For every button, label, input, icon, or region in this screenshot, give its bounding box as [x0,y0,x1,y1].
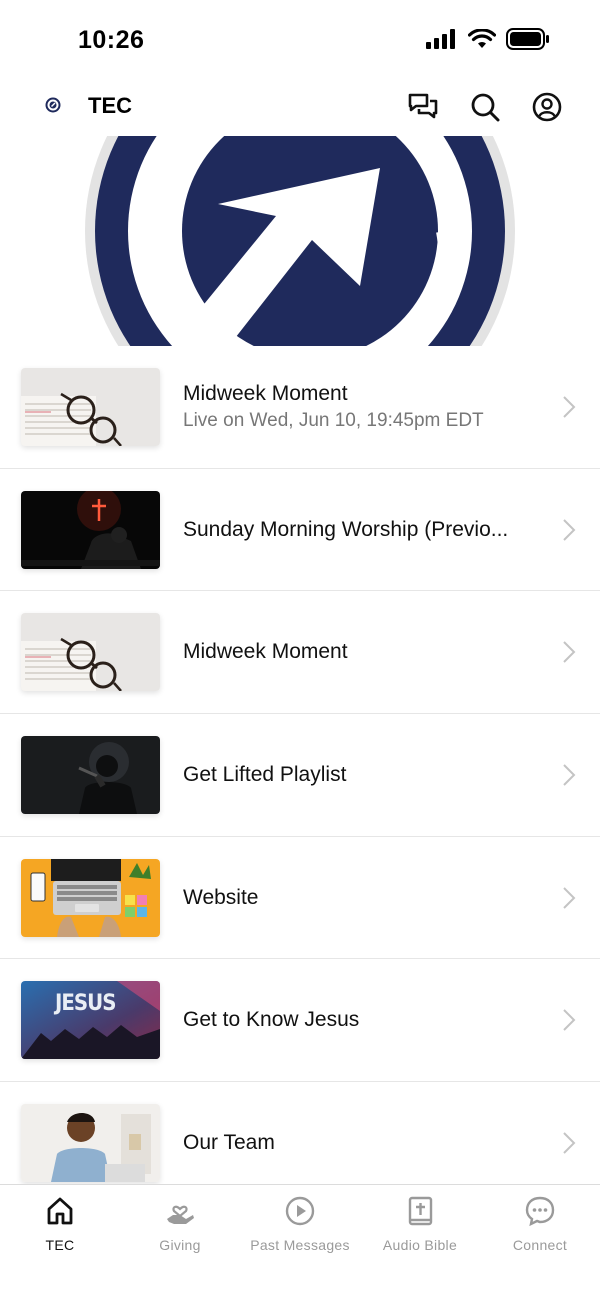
chat-icon [525,1196,555,1227]
app-logo-icon [45,97,61,113]
thumb-laptop [21,858,160,937]
signal-icon [426,29,455,49]
chevron-right-icon [563,1009,576,1031]
thumb-singer [21,735,160,814]
chevron-right-icon [563,886,576,909]
item-title: Midweek Moment [183,381,348,405]
wifi-icon [468,29,496,48]
header-actions [406,90,564,124]
item-title: Our Team [183,1131,275,1155]
item-text: Midweek Moment Live on Wed, Jun 10, 19:4… [183,382,540,432]
jesus-thumb-text: JESUS [55,991,116,1017]
tab-label: Past Messages [250,1237,350,1253]
app-title: TEC [88,93,132,118]
hero-logo-image [85,136,515,346]
list-item-get-lifted-playlist[interactable]: Get Lifted Playlist [0,714,600,837]
list-item-midweek-moment[interactable]: Midweek Moment [0,591,600,715]
list-item-midweek-moment-live[interactable]: Midweek Moment Live on Wed, Jun 10, 19:4… [0,346,600,469]
thumb-jesus-crowd: JESUS [21,981,160,1060]
thumb-glasses-bible [21,613,160,692]
tab-past-messages[interactable]: Past Messages [240,1185,360,1300]
tab-label: Audio Bible [382,1237,458,1253]
profile-button[interactable] [530,90,564,124]
status-icons [426,28,550,50]
item-text: Get to Know Jesus [183,1008,540,1032]
play-icon [285,1196,315,1226]
tab-label: TEC [45,1237,75,1253]
item-text: Website [183,886,540,910]
tab-audio-bible[interactable]: Audio Bible [360,1185,480,1300]
search-icon [471,93,500,122]
status-bar: 10:26 [0,0,600,80]
hero-banner[interactable] [0,136,600,346]
tab-label: Connect [512,1237,568,1253]
thumb-glasses-bible [21,367,160,446]
profile-icon [532,92,562,122]
item-title: Sunday Morning Worship (Previo... [183,517,509,541]
item-text: Sunday Morning Worship (Previo... [183,518,540,542]
tab-connect[interactable]: Connect [480,1185,600,1300]
chevron-right-icon [563,641,576,663]
tab-giving[interactable]: Giving [120,1185,240,1300]
messages-icon [408,93,438,119]
app-header: TEC [0,80,600,136]
content-list: Midweek Moment Live on Wed, Jun 10, 19:4… [0,346,600,1184]
thumb-cross-silhouette [21,490,160,569]
chevron-right-icon [563,518,576,541]
chevron-right-icon [563,1132,576,1155]
tab-bar: TEC Giving Past Messages Audio Bible Con… [0,1184,600,1300]
battery-icon [506,28,549,50]
status-time: 10:26 [78,26,145,54]
chevron-right-icon [563,764,576,786]
search-button[interactable] [468,90,502,124]
item-text: Get Lifted Playlist [183,763,540,787]
tab-tec[interactable]: TEC [0,1185,120,1300]
bible-icon [408,1196,433,1226]
list-item-website[interactable]: Website [0,837,600,960]
item-title: Midweek Moment [183,640,348,664]
list-item-sunday-morning-worship[interactable]: Sunday Morning Worship (Previo... [0,469,600,592]
item-text: Midweek Moment [183,640,540,664]
item-title: Get to Know Jesus [183,1008,360,1032]
giving-icon [167,1205,194,1224]
home-icon [47,1197,73,1225]
list-item-our-team[interactable]: Our Team [0,1082,600,1184]
messages-button[interactable] [406,90,440,124]
item-title: Website [183,885,259,909]
item-subtitle: Live on Wed, Jun 10, 19:45pm EDT [183,409,484,431]
list-item-get-to-know-jesus[interactable]: JESUS Get to Know Jesus [0,959,600,1083]
tab-label: Giving [159,1237,201,1253]
chevron-right-icon [563,396,576,418]
item-text: Our Team [183,1131,540,1155]
item-title: Get Lifted Playlist [183,762,347,786]
thumb-person [21,1104,160,1183]
